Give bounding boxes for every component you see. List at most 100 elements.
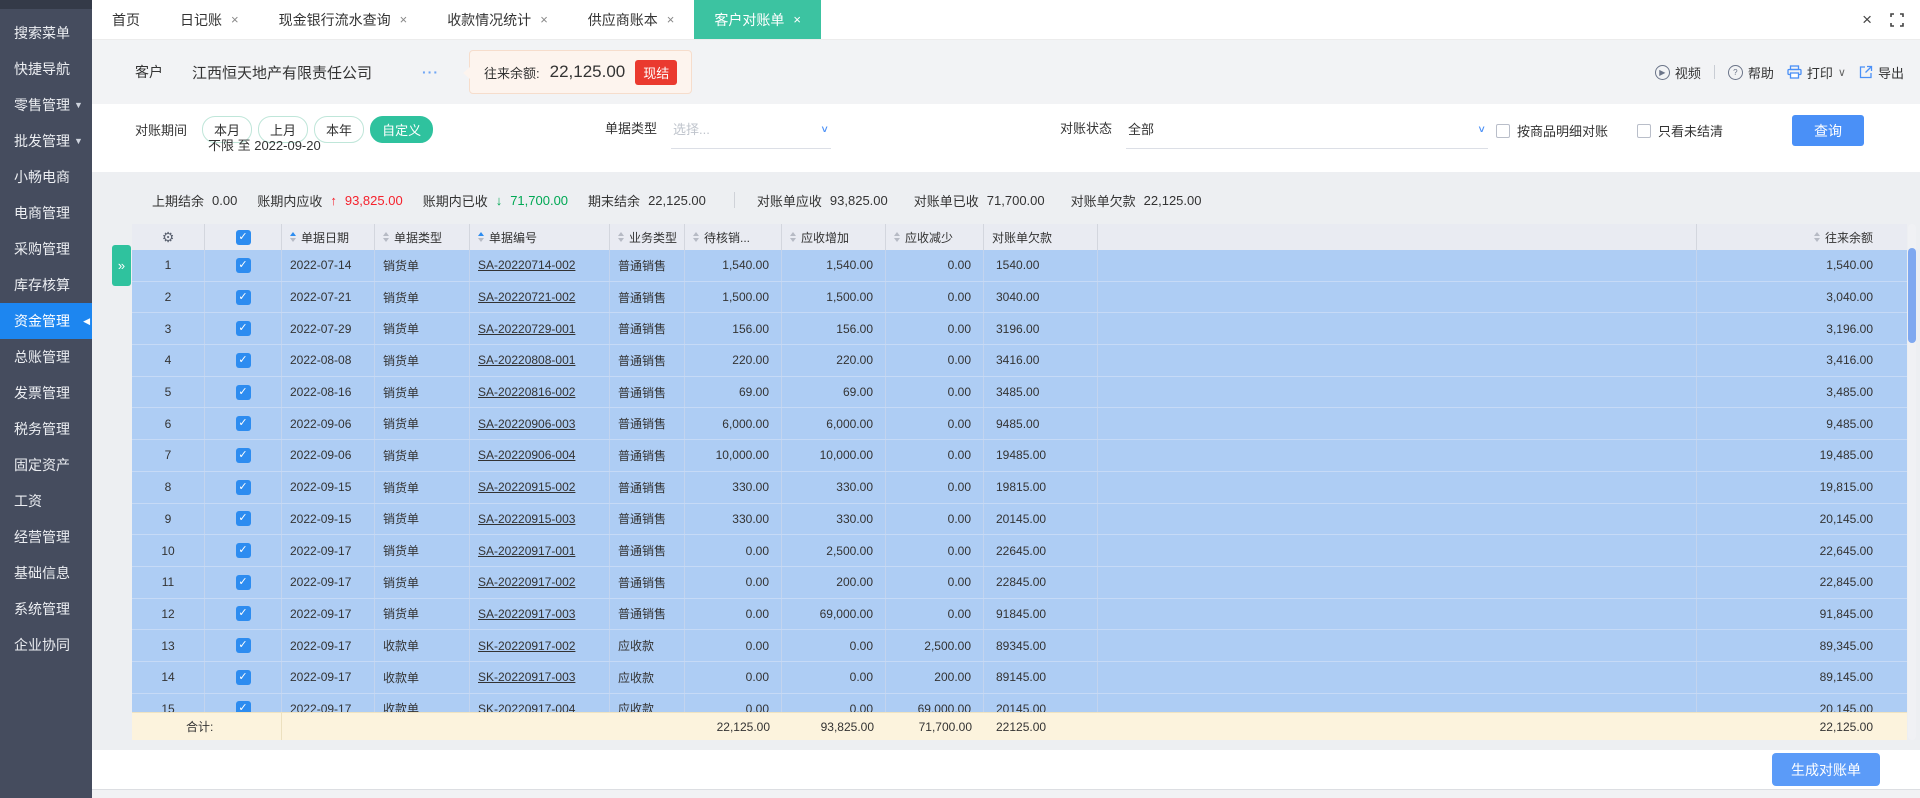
sidebar-item[interactable]: 搜索菜单 ▼ <box>0 15 92 51</box>
table-row[interactable]: 4 ✓ 2022-08-08 销货单 SA-20220808-001 普通销售 … <box>132 345 1907 377</box>
sidebar-item[interactable]: 工资 ▼ <box>0 483 92 519</box>
row-checkbox[interactable]: ✓ <box>235 606 251 622</box>
table-row[interactable]: 12 ✓ 2022-09-17 销货单 SA-20220917-003 普通销售… <box>132 598 1907 631</box>
doc-no-link[interactable]: SA-20220917-003 <box>478 607 575 621</box>
col-header-doc-no[interactable]: 单据编号 <box>470 224 610 250</box>
customer-more-button[interactable]: ··· <box>422 64 439 80</box>
tab-close-icon[interactable]: × <box>540 12 548 27</box>
row-checkbox[interactable]: ✓ <box>235 257 251 273</box>
sidebar-item[interactable]: 采购管理 ▼ <box>0 231 92 267</box>
period-range-field[interactable]: 不限 至 2022-09-20 <box>208 135 321 154</box>
table-row[interactable]: 9 ✓ 2022-09-15 销货单 SA-20220915-003 普通销售 … <box>132 503 1907 536</box>
sort-icon[interactable] <box>693 232 699 242</box>
close-all-tabs-icon[interactable]: × <box>1862 11 1872 28</box>
row-checkbox[interactable]: ✓ <box>235 384 251 400</box>
sidebar-item[interactable]: 库存核算 ▼ <box>0 267 92 303</box>
sort-icon[interactable] <box>894 232 900 242</box>
scrollbar-thumb[interactable] <box>1908 248 1916 343</box>
period-pill[interactable]: 本年 <box>314 116 365 143</box>
col-header-ar-dec[interactable]: 应收减少 <box>886 224 984 250</box>
table-row[interactable]: 13 ✓ 2022-09-17 收款单 SK-20220917-002 应收款 … <box>132 630 1907 662</box>
sidebar-item[interactable]: 企业协同 ▼ <box>0 627 92 663</box>
print-button[interactable]: 打印 ∨ <box>1787 63 1846 82</box>
table-row[interactable]: 11 ✓ 2022-09-17 销货单 SA-20220917-002 普通销售… <box>132 566 1907 599</box>
row-checkbox[interactable]: ✓ <box>235 416 251 432</box>
row-checkbox[interactable]: ✓ <box>235 669 251 685</box>
table-row[interactable]: 10 ✓ 2022-09-17 销货单 SA-20220917-001 普通销售… <box>132 535 1907 567</box>
export-button[interactable]: 导出 <box>1859 63 1904 82</box>
tab-close-icon[interactable]: × <box>793 12 801 27</box>
doc-no-link[interactable]: SA-20220915-003 <box>478 512 575 526</box>
tab[interactable]: 收款情况统计 × <box>427 0 568 39</box>
sort-icon[interactable] <box>790 232 796 242</box>
query-button[interactable]: 查询 <box>1792 115 1864 146</box>
sidebar-item[interactable]: 总账管理 ▼ <box>0 339 92 375</box>
col-header-doc-type[interactable]: 单据类型 <box>375 224 470 250</box>
sort-icon[interactable] <box>478 232 484 242</box>
col-header-pending[interactable]: 待核销... <box>685 224 782 250</box>
tab[interactable]: 日记账 × <box>160 0 259 39</box>
sort-icon[interactable] <box>618 232 624 242</box>
doc-no-link[interactable]: SA-20220816-002 <box>478 385 575 399</box>
doc-no-link[interactable]: SK-20220917-003 <box>478 670 575 684</box>
doc-no-link[interactable]: SA-20220906-004 <box>478 448 575 462</box>
tab[interactable]: 现金银行流水查询 × <box>259 0 428 39</box>
sidebar-item[interactable]: 固定资产 ▼ <box>0 447 92 483</box>
doc-no-link[interactable]: SK-20220917-002 <box>478 639 575 653</box>
row-checkbox[interactable]: ✓ <box>235 543 251 559</box>
col-header-date[interactable]: 单据日期 <box>282 224 375 250</box>
table-row[interactable]: 2 ✓ 2022-07-21 销货单 SA-20220721-002 普通销售 … <box>132 281 1907 314</box>
sidebar-item[interactable]: 快捷导航 ▼ <box>0 51 92 87</box>
sidebar-item[interactable]: 资金管理 ▼ <box>0 303 92 339</box>
video-button[interactable]: ▶ 视频 <box>1654 63 1701 82</box>
doc-type-select[interactable]: 选择... ∨ <box>671 118 832 149</box>
row-checkbox[interactable]: ✓ <box>235 289 251 305</box>
row-checkbox[interactable]: ✓ <box>235 574 251 590</box>
col-header-balance[interactable]: 往来余额 <box>1697 224 1907 250</box>
sidebar-item[interactable]: 系统管理 ▼ <box>0 591 92 627</box>
sort-icon[interactable] <box>1813 232 1820 242</box>
gear-icon[interactable]: ⚙ <box>162 229 175 246</box>
doc-no-link[interactable]: SA-20220721-002 <box>478 290 575 304</box>
sidebar-item[interactable]: 零售管理 ▼ <box>0 87 92 123</box>
table-row[interactable]: 3 ✓ 2022-07-29 销货单 SA-20220729-001 普通销售 … <box>132 313 1907 346</box>
doc-no-link[interactable]: SA-20220714-002 <box>478 258 575 272</box>
detail-checkbox[interactable]: 按商品明细对账 <box>1496 121 1608 140</box>
col-header-biz-type[interactable]: 业务类型 <box>610 224 685 250</box>
sidebar-item[interactable]: 电商管理 ▼ <box>0 195 92 231</box>
table-row[interactable]: 7 ✓ 2022-09-06 销货单 SA-20220906-004 普通销售 … <box>132 440 1907 472</box>
col-header-ar-inc[interactable]: 应收增加 <box>782 224 886 250</box>
tab[interactable]: 客户对账单 × <box>694 0 821 39</box>
sidebar-item[interactable]: 发票管理 ▼ <box>0 375 92 411</box>
row-checkbox[interactable]: ✓ <box>235 321 251 337</box>
sidebar-item[interactable]: 经营管理 ▼ <box>0 519 92 555</box>
vertical-scrollbar[interactable] <box>1908 224 1916 740</box>
customer-name-field[interactable]: 江西恒天地产有限责任公司 <box>192 62 422 83</box>
row-checkbox[interactable]: ✓ <box>235 352 251 368</box>
period-pill[interactable]: 自定义 <box>370 116 434 143</box>
doc-no-link[interactable]: SA-20220917-002 <box>478 575 575 589</box>
tab[interactable]: 首页 <box>92 0 160 39</box>
col-header-stmt-due[interactable]: 对账单欠款 <box>984 224 1098 250</box>
row-checkbox[interactable]: ✓ <box>235 479 251 495</box>
row-checkbox[interactable]: ✓ <box>235 701 251 712</box>
status-select[interactable]: 全部 ∨ <box>1126 118 1489 149</box>
select-all-checkbox[interactable]: ✓ <box>235 229 251 245</box>
sidebar-item[interactable]: 批发管理 ▼ <box>0 123 92 159</box>
table-row[interactable]: 6 ✓ 2022-09-06 销货单 SA-20220906-003 普通销售 … <box>132 408 1907 441</box>
table-row[interactable]: 14 ✓ 2022-09-17 收款单 SK-20220917-003 应收款 … <box>132 661 1907 694</box>
tab[interactable]: 供应商账本 × <box>568 0 695 39</box>
doc-no-link[interactable]: SA-20220808-001 <box>478 353 575 367</box>
sidebar-item[interactable]: 小畅电商 ▼ <box>0 159 92 195</box>
table-row[interactable]: 15 ✓ 2022-09-17 收款单 SK-20220917-004 应收款 … <box>132 693 1907 712</box>
table-row[interactable]: 5 ✓ 2022-08-16 销货单 SA-20220816-002 普通销售 … <box>132 376 1907 409</box>
row-checkbox[interactable]: ✓ <box>235 511 251 527</box>
sort-icon[interactable] <box>383 232 389 242</box>
row-checkbox[interactable]: ✓ <box>235 638 251 654</box>
table-row[interactable]: 8 ✓ 2022-09-15 销货单 SA-20220915-002 普通销售 … <box>132 471 1907 504</box>
sidebar-item[interactable]: 税务管理 ▼ <box>0 411 92 447</box>
tab-close-icon[interactable]: × <box>667 12 675 27</box>
sort-icon[interactable] <box>290 232 296 242</box>
doc-no-link[interactable]: SA-20220906-003 <box>478 417 575 431</box>
doc-no-link[interactable]: SK-20220917-004 <box>478 702 575 712</box>
